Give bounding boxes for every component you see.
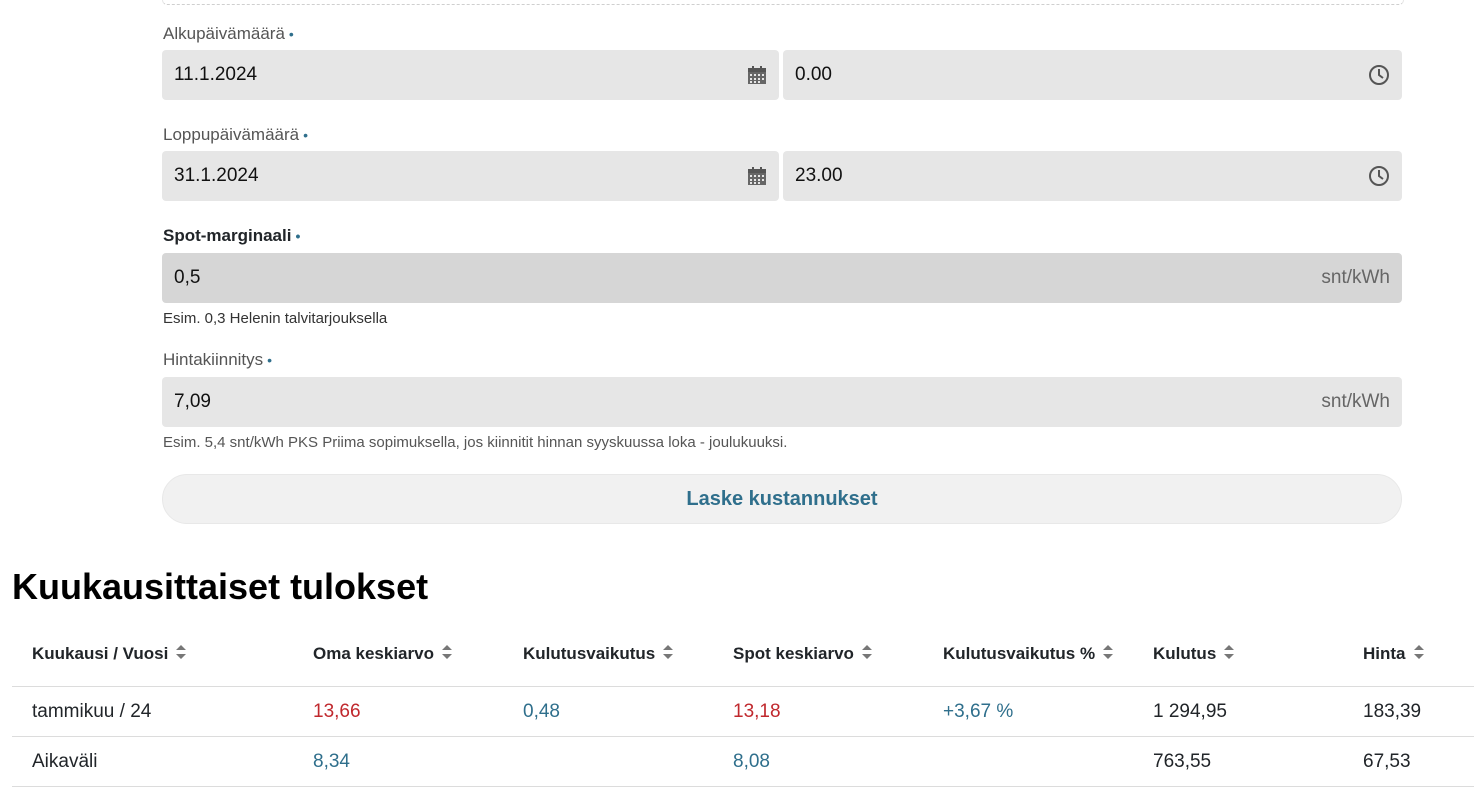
- fixed-price-label: Hintakiinnitys •: [163, 350, 273, 369]
- cell-consumption-effect-percent: [923, 736, 1133, 787]
- fixed-price-input[interactable]: 7,09 snt/kWh: [162, 377, 1402, 427]
- cell-own-average: 13,66: [293, 686, 503, 737]
- column-header-consumption[interactable]: Kulutus: [1133, 622, 1343, 687]
- clock-icon[interactable]: [1368, 165, 1390, 187]
- previous-section-border: [162, 0, 1404, 5]
- spot-margin-label: Spot-marginaali •: [163, 226, 301, 245]
- fixed-price-help: Esim. 5,4 snt/kWh PKS Priima sopimuksell…: [163, 434, 788, 451]
- cell-price: 67,53: [1343, 736, 1474, 787]
- required-indicator: •: [303, 127, 309, 143]
- required-indicator: •: [267, 352, 273, 368]
- end-date-label: Loppupäivämäärä •: [163, 125, 309, 144]
- cell-spot-average: 8,08: [713, 736, 923, 787]
- table-row: tammikuu / 24 13,66 0,48 13,18 +3,67 % 1…: [12, 686, 1474, 737]
- sort-icon[interactable]: [861, 644, 872, 664]
- calendar-icon[interactable]: [747, 65, 767, 85]
- start-time-value: 0.00: [795, 64, 832, 85]
- sort-icon[interactable]: [1103, 644, 1114, 664]
- required-indicator: •: [288, 26, 294, 42]
- cell-month: tammikuu / 24: [12, 686, 293, 737]
- column-header-own-average[interactable]: Oma keskiarvo: [293, 622, 503, 687]
- start-time-input[interactable]: 0.00: [783, 50, 1402, 100]
- column-header-consumption-effect[interactable]: Kulutusvaikutus: [503, 622, 713, 687]
- cell-price: 183,39: [1343, 686, 1474, 737]
- sort-icon[interactable]: [1224, 644, 1235, 664]
- sort-icon[interactable]: [663, 644, 674, 664]
- spot-margin-unit: snt/kWh: [1321, 267, 1390, 288]
- fixed-price-value: 7,09: [174, 391, 211, 412]
- spot-margin-value: 0,5: [174, 267, 201, 288]
- cell-consumption: 763,55: [1133, 736, 1343, 787]
- required-indicator: •: [295, 228, 301, 244]
- column-header-consumption-effect-percent[interactable]: Kulutusvaikutus %: [923, 622, 1133, 687]
- cell-consumption: 1 294,95: [1133, 686, 1343, 737]
- table-row: Aikaväli 8,34 8,08 763,55 67,53: [12, 736, 1474, 787]
- fixed-price-unit: snt/kWh: [1321, 391, 1390, 412]
- cell-consumption-effect: 0,48: [503, 686, 713, 737]
- clock-icon[interactable]: [1368, 64, 1390, 86]
- spot-margin-input[interactable]: 0,5 snt/kWh: [162, 253, 1402, 303]
- cell-own-average: 8,34: [293, 736, 503, 787]
- cell-consumption-effect: [503, 736, 713, 787]
- calendar-icon[interactable]: [747, 166, 767, 186]
- results-table: Kuukausi / Vuosi Oma keskiarvo Kulutusva…: [12, 622, 1474, 787]
- sort-icon[interactable]: [441, 644, 452, 664]
- end-date-value: 31.1.2024: [174, 165, 259, 186]
- column-header-spot-average[interactable]: Spot keskiarvo: [713, 622, 923, 687]
- table-header-row: Kuukausi / Vuosi Oma keskiarvo Kulutusva…: [12, 622, 1474, 687]
- end-date-input[interactable]: 31.1.2024: [162, 151, 779, 201]
- cell-month: Aikaväli: [12, 736, 293, 787]
- cell-consumption-effect-percent: +3,67 %: [923, 686, 1133, 737]
- start-date-value: 11.1.2024: [174, 64, 258, 85]
- start-date-input[interactable]: 11.1.2024: [162, 50, 779, 100]
- start-date-label: Alkupäivämäärä •: [163, 24, 294, 43]
- column-header-month[interactable]: Kuukausi / Vuosi: [12, 622, 293, 687]
- cell-spot-average: 13,18: [713, 686, 923, 737]
- sort-icon[interactable]: [176, 644, 187, 664]
- calculate-costs-button[interactable]: Laske kustannukset: [162, 474, 1402, 524]
- spot-margin-help: Esim. 0,3 Helenin talvitarjouksella: [163, 310, 388, 327]
- end-time-input[interactable]: 23.00: [783, 151, 1402, 201]
- results-title: Kuukausittaiset tulokset: [12, 566, 429, 607]
- sort-icon[interactable]: [1413, 644, 1424, 664]
- column-header-price[interactable]: Hinta: [1343, 622, 1474, 687]
- end-time-value: 23.00: [795, 165, 843, 186]
